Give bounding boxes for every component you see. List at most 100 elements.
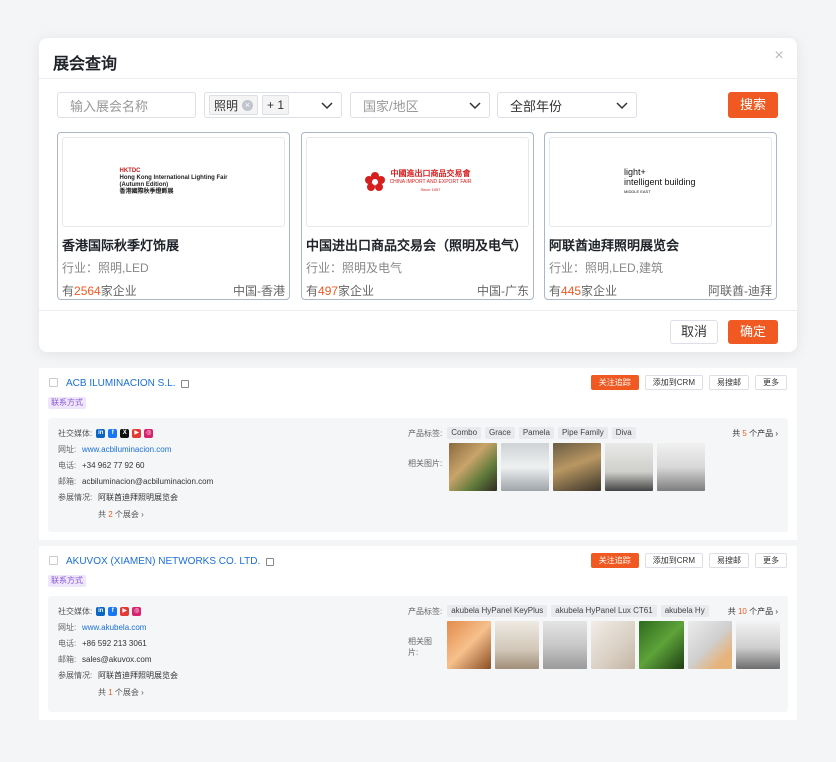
product-tag[interactable]: Diva (611, 427, 636, 439)
industry-select[interactable]: 照明 × + 1 (204, 92, 342, 118)
products-count: 10 (737, 607, 747, 616)
fair-total-suffix: 个展会 (114, 688, 139, 697)
facebook-icon[interactable]: f (108, 607, 118, 616)
contact-badge[interactable]: 联系方式 (48, 575, 86, 587)
exhibition-industry: 行业：照明,LED,建筑 (549, 261, 664, 275)
follow-button[interactable]: 关注追踪 (590, 553, 639, 568)
cancel-button[interactable]: 取消 (670, 320, 718, 344)
logo-brand: HKTDC (119, 168, 141, 174)
year-select[interactable]: 全部年份 (497, 92, 637, 118)
company-name-link[interactable]: ACB ILUMINACION S.L. (66, 378, 175, 389)
product-tag[interactable]: Combo (447, 427, 482, 439)
exhibition-company-count: 有445家企业 (549, 282, 617, 299)
product-image[interactable] (657, 443, 706, 491)
product-image[interactable] (501, 443, 550, 491)
fair-label: 参展情况: (58, 493, 93, 502)
phone-label: 电话: (58, 461, 77, 470)
exhibition-location: 中国-广东 (477, 284, 529, 298)
logo-line: intelligent building (624, 177, 696, 187)
count-prefix: 有 (306, 284, 319, 298)
product-image[interactable] (605, 443, 654, 491)
dialog-title: 展会查询 (53, 56, 118, 73)
product-image[interactable] (553, 443, 602, 491)
company-title: ACB ILUMINACION S.L. (66, 378, 190, 389)
exhibition-card[interactable]: HKTDC Hong Kong International Lighting F… (57, 132, 290, 300)
contact-badge[interactable]: 联系方式 (48, 397, 86, 409)
close-icon[interactable]: × (771, 48, 787, 64)
select-checkbox[interactable] (49, 556, 58, 565)
product-tag[interactable]: Pipe Family (557, 427, 608, 439)
instagram-icon[interactable]: ◎ (132, 607, 142, 616)
follow-button[interactable]: 关注追踪 (590, 375, 639, 390)
product-image[interactable] (735, 621, 780, 669)
facebook-icon[interactable]: f (108, 429, 118, 438)
instagram-icon[interactable]: ◎ (144, 429, 154, 438)
youtube-icon[interactable]: ▶ (120, 607, 130, 616)
count-number: 497 (318, 284, 339, 298)
fair-total-count: 2 (108, 510, 113, 519)
email-search-button[interactable]: 易搜邮 (709, 375, 749, 390)
fair-total[interactable]: 共 2 个展会 › (98, 509, 144, 520)
product-tag[interactable]: Pamela (518, 427, 554, 439)
chevron-down-icon (321, 100, 333, 110)
product-tag[interactable]: akubela HyPanel KeyPlus (447, 605, 548, 617)
x-icon[interactable]: X (120, 429, 130, 438)
website-link[interactable]: www.akubela.com (82, 623, 146, 632)
product-tag[interactable]: akubela HyPanel Lux CT61 (551, 605, 657, 617)
email-search-button[interactable]: 易搜邮 (709, 553, 749, 568)
exhibition-name: 中国进出口商品交易会（照明及电气） (306, 238, 528, 253)
exhibition-name-input[interactable]: 输入展会名称 (57, 92, 196, 118)
exhibition-industry: 行业：照明,LED (62, 261, 149, 275)
product-image[interactable] (446, 621, 491, 669)
fair-total[interactable]: 共 1 个展会 › (98, 687, 144, 698)
more-button[interactable]: 更多 (755, 553, 787, 568)
exhibition-name-placeholder: 输入展会名称 (70, 98, 149, 114)
copy-icon[interactable] (266, 557, 275, 566)
select-checkbox[interactable] (49, 378, 58, 387)
product-image[interactable] (542, 621, 588, 669)
exhibition-search-dialog: 展会查询 × 输入展会名称 照明 × + 1 国家/地区 全部年份 搜索 HKT… (39, 38, 797, 352)
logo-line: 香港國際秋季燈飾展 (119, 189, 174, 195)
company-card: AKUVOX (XIAMEN) NETWORKS CO. LTD. 联系方式 关… (39, 546, 797, 720)
products-total[interactable]: 共 10 个产品 › (728, 606, 778, 617)
product-image[interactable] (687, 621, 732, 669)
website-link[interactable]: www.acbiluminacion.com (82, 445, 171, 454)
fair-total-suffix: 个展会 (114, 510, 139, 519)
product-image[interactable] (449, 443, 498, 491)
website-row: 网址: www.acbiluminacion.com (58, 444, 171, 455)
industry-more-tag: + 1 (262, 95, 290, 115)
more-button[interactable]: 更多 (755, 375, 787, 390)
confirm-button[interactable]: 确定 (728, 320, 778, 344)
divider (39, 78, 797, 79)
company-name-link[interactable]: AKUVOX (XIAMEN) NETWORKS CO. LTD. (66, 556, 260, 567)
tag-remove-icon[interactable]: × (242, 99, 254, 111)
copy-icon[interactable] (181, 379, 190, 388)
exhibition-card[interactable]: 中國進出口商品交易會 CHINA IMPORT AND EXPORT FAIR … (301, 132, 534, 300)
fair-row: 参展情况: 阿联酋迪拜照明展览会 (58, 492, 178, 503)
social-row: 社交媒体: in f ▶ ◎ (58, 606, 142, 617)
product-tags-label: 产品标签: (408, 606, 443, 616)
add-to-crm-button[interactable]: 添加到CRM (644, 375, 703, 390)
chevron-down-icon (616, 100, 628, 110)
product-image[interactable] (591, 621, 636, 669)
add-to-crm-button[interactable]: 添加到CRM (644, 553, 703, 568)
country-placeholder: 国家/地区 (363, 98, 419, 114)
country-select[interactable]: 国家/地区 (350, 92, 490, 118)
youtube-icon[interactable]: ▶ (132, 429, 142, 438)
website-row: 网址: www.akubela.com (58, 622, 146, 633)
products-total[interactable]: 共 5 个产品 › (732, 428, 778, 439)
product-tag[interactable]: Grace (485, 427, 515, 439)
phone-row: 电话: +86 592 213 3061 (58, 638, 147, 649)
product-tags: 产品标签: akubela HyPanel KeyPlus akubela Hy… (408, 605, 726, 617)
exhibition-card[interactable]: light+ intelligent building MIDDLE EAST … (544, 132, 777, 300)
chevron-right-icon: › (773, 429, 778, 438)
linkedin-icon[interactable]: in (96, 429, 106, 438)
product-image[interactable] (494, 621, 539, 669)
chevron-right-icon: › (773, 607, 778, 616)
search-button[interactable]: 搜索 (728, 92, 778, 118)
product-tag[interactable]: akubela Hy (660, 605, 709, 617)
logo-line: (Autumn Edition) (119, 182, 169, 188)
product-image[interactable] (639, 621, 684, 669)
products-count: 5 (742, 429, 747, 438)
linkedin-icon[interactable]: in (96, 607, 106, 616)
